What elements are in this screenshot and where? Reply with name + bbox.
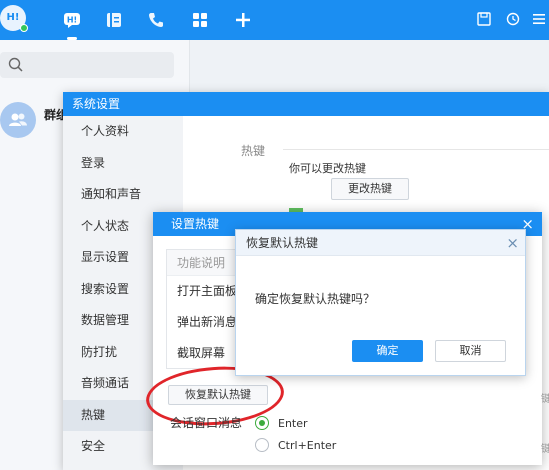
- user-avatar[interactable]: H!: [0, 5, 32, 35]
- phone-icon[interactable]: [143, 7, 169, 33]
- section-title: 热键: [241, 144, 266, 158]
- radio-ctrl-enter[interactable]: Ctrl+Enter: [255, 437, 336, 453]
- search-input[interactable]: [0, 52, 174, 78]
- more-icon[interactable]: [529, 9, 549, 29]
- radio-label: Ctrl+Enter: [278, 438, 337, 452]
- confirm-message: 确定恢复默认热键吗？: [255, 292, 376, 306]
- session-window-label: 会话窗口消息: [170, 416, 243, 430]
- radio-button[interactable]: [255, 438, 269, 452]
- change-hotkey-button[interactable]: 更改热键: [331, 178, 409, 200]
- contacts-icon[interactable]: [101, 7, 127, 33]
- close-icon[interactable]: ×: [506, 230, 519, 256]
- online-status-icon: [20, 24, 28, 32]
- side-fragment: 键: [541, 444, 549, 455]
- save-icon[interactable]: [474, 9, 494, 29]
- nav-item-notifications[interactable]: 通知和声音: [63, 179, 183, 211]
- set-hotkey-title: 设置热键: [171, 217, 220, 231]
- svg-text:H!: H!: [67, 16, 77, 25]
- top-app-bar: H! H!: [0, 0, 549, 40]
- search-icon: [8, 57, 23, 72]
- section-divider: [283, 149, 549, 150]
- radio-enter[interactable]: Enter: [255, 415, 308, 431]
- radio-button[interactable]: [255, 416, 269, 430]
- chat-icon[interactable]: H!: [59, 7, 85, 40]
- history-icon[interactable]: [503, 9, 523, 29]
- add-icon[interactable]: [230, 7, 256, 33]
- radio-label: Enter: [278, 416, 308, 430]
- nav-item-login[interactable]: 登录: [63, 148, 183, 180]
- group-avatar: [0, 102, 36, 138]
- side-fragment: 键: [541, 394, 549, 405]
- ok-button[interactable]: 确定: [352, 340, 423, 362]
- restore-confirm-dialog: 恢复默认热键 × 确定恢复默认热键吗？ 确定 取消: [235, 229, 526, 376]
- settings-title: 系统设置: [63, 92, 549, 116]
- group-icon: [9, 113, 27, 126]
- confirm-title: 恢复默认热键: [246, 236, 319, 250]
- nav-item-profile[interactable]: 个人资料: [63, 116, 183, 148]
- cancel-button[interactable]: 取消: [435, 340, 506, 362]
- hotkey-hint: 你可以更改热键: [289, 162, 366, 175]
- confirm-titlebar: 恢复默认热键 ×: [236, 230, 525, 256]
- apps-icon[interactable]: [187, 7, 213, 33]
